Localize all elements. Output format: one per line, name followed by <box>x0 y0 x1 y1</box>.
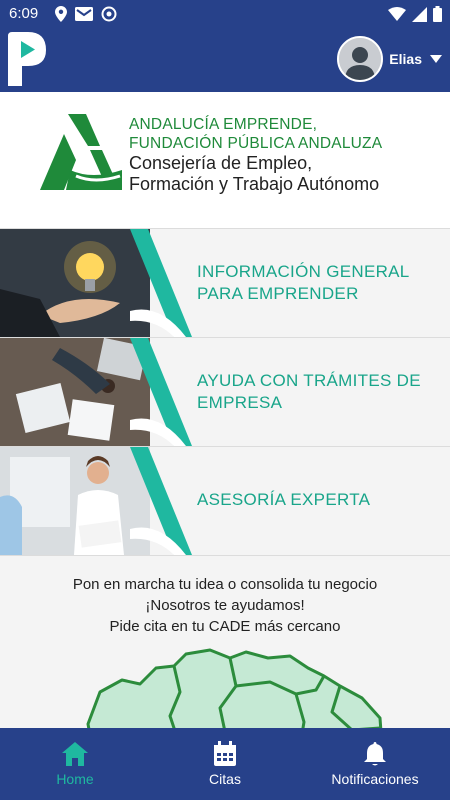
teal-stripe-decoration <box>130 338 192 446</box>
desk-paperwork-image <box>0 338 150 446</box>
card-title: AYUDA CON TRÁMITES DE EMPRESA <box>197 370 421 414</box>
card-title-line-1: ASESORÍA EXPERTA <box>197 490 371 509</box>
bottom-navigation: Home Citas Notificaciones <box>0 728 450 800</box>
avatar[interactable] <box>337 36 384 82</box>
card-title-line-1: INFORMACIÓN GENERAL <box>197 262 410 281</box>
brand-line-4: Formación y Trabajo Autónomo <box>129 174 380 194</box>
promo-line-1: Pon en marcha tu idea o consolida tu neg… <box>72 576 378 593</box>
brand-line-1: ANDALUCÍA EMPRENDE, <box>129 116 318 133</box>
status-system-icons <box>388 6 442 22</box>
brand-line-3: Consejería de Empleo, <box>129 153 313 173</box>
home-icon <box>62 742 88 766</box>
data-saver-icon <box>101 6 117 22</box>
nav-notificaciones[interactable]: Notificaciones <box>300 728 450 800</box>
app-logo[interactable] <box>8 32 48 86</box>
card-title-line-1: AYUDA CON TRÁMITES DE <box>197 371 421 390</box>
chevron-down-icon[interactable] <box>430 55 442 63</box>
promo-line-2: ¡Nosotros te ayudamos! <box>145 597 305 614</box>
card-title: INFORMACIÓN GENERAL PARA EMPRENDER <box>197 261 410 305</box>
junta-andalucia-logo <box>40 114 122 190</box>
card-ayuda-tramites[interactable]: AYUDA CON TRÁMITES DE EMPRESA <box>0 338 450 446</box>
lightbulb-hand-image <box>0 229 150 337</box>
nav-notificaciones-label: Notificaciones <box>331 771 419 787</box>
promo-line-3: Pide cita en tu CADE más cercano <box>109 618 341 635</box>
status-notification-icons <box>55 6 117 22</box>
app-bar: Elias <box>0 28 450 92</box>
consultant-woman-image <box>0 447 150 555</box>
brand-header: ANDALUCÍA EMPRENDE, FUNDACIÓN PÚBLICA AN… <box>0 92 450 228</box>
nav-citas[interactable]: Citas <box>150 728 300 800</box>
teal-stripe-decoration <box>130 229 192 337</box>
user-name[interactable]: Elias <box>389 51 422 67</box>
brand-line-2: FUNDACIÓN PÚBLICA ANDALUZA <box>129 135 383 152</box>
nav-home[interactable]: Home <box>0 728 150 800</box>
bell-icon <box>364 742 386 766</box>
user-avatar-icon <box>339 38 382 80</box>
card-title-line-2: EMPRESA <box>197 393 283 412</box>
promo-section: Pon en marcha tu idea o consolida tu neg… <box>0 556 450 728</box>
signal-icon <box>412 6 427 22</box>
card-asesoria-experta[interactable]: ASESORÍA EXPERTA <box>0 447 450 555</box>
wifi-icon <box>388 7 406 21</box>
card-title: ASESORÍA EXPERTA <box>197 489 370 511</box>
status-bar: 6:09 <box>0 0 450 28</box>
brand-text: ANDALUCÍA EMPRENDE, FUNDACIÓN PÚBLICA AN… <box>129 115 382 195</box>
profile-menu[interactable]: Elias <box>337 36 442 82</box>
card-title-line-2: PARA EMPRENDER <box>197 284 359 303</box>
teal-stripe-decoration <box>130 447 192 555</box>
location-icon <box>55 6 67 22</box>
calendar-icon <box>214 741 236 766</box>
gmail-icon <box>75 7 93 21</box>
nav-home-label: Home <box>56 771 94 787</box>
nav-citas-label: Citas <box>209 771 241 787</box>
battery-icon <box>433 6 442 22</box>
promo-text: Pon en marcha tu idea o consolida tu neg… <box>0 574 450 637</box>
status-time: 6:09 <box>9 5 39 22</box>
andalucia-map[interactable] <box>70 646 390 728</box>
card-informacion-general[interactable]: INFORMACIÓN GENERAL PARA EMPRENDER <box>0 229 450 337</box>
